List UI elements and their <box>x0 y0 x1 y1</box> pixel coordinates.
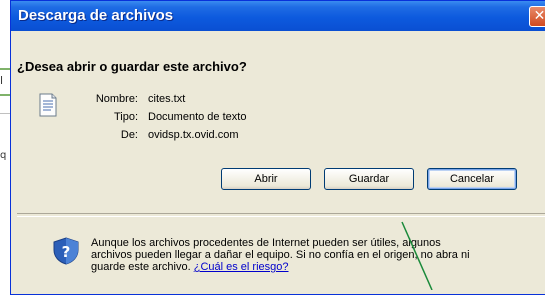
file-name-value: cites.txt <box>148 93 186 105</box>
shield-question-icon: ? <box>53 237 79 265</box>
file-type-value: Documento de texto <box>148 111 247 123</box>
file-source-value: ovidsp.tx.ovid.com <box>148 129 239 141</box>
dialog-question: ¿Desea abrir o guardar este archivo? <box>17 59 247 74</box>
open-button[interactable]: Abrir <box>221 168 311 190</box>
file-source-label: De: <box>120 129 138 141</box>
file-name-label: Nombre: <box>95 93 138 105</box>
save-button[interactable]: Guardar <box>324 168 414 190</box>
title-bar[interactable]: Descarga de archivos ✕ <box>11 1 545 31</box>
file-download-dialog: Descarga de archivos ✕ ¿Desea abrir o gu… <box>10 0 545 295</box>
file-type-label: Tipo: <box>113 111 138 123</box>
background-fragment-text: l <box>0 74 4 87</box>
close-button[interactable]: ✕ <box>529 6 545 27</box>
cancel-button[interactable]: Cancelar <box>427 168 517 190</box>
dialog-title: Descarga de archivos <box>18 7 174 24</box>
risk-link[interactable]: ¿Cuál es el riesgo? <box>194 261 289 273</box>
close-icon: ✕ <box>533 8 545 24</box>
background-text-fragment: q <box>0 150 7 161</box>
security-warning: Aunque los archivos procedentes de Inter… <box>91 237 471 273</box>
separator <box>17 213 545 217</box>
svg-text:?: ? <box>62 243 71 261</box>
